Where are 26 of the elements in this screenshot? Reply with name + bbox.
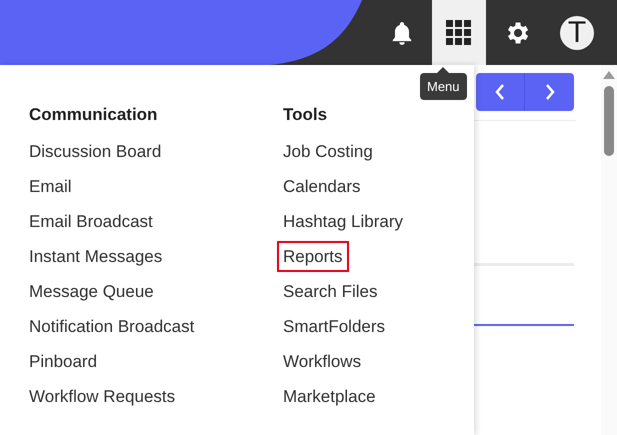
next-button[interactable]: [525, 73, 574, 111]
scrollbar-thumb[interactable]: [604, 86, 614, 156]
menu-heading: Tools: [283, 105, 328, 126]
menu-item[interactable]: Discussion Board: [29, 142, 162, 177]
menu-item[interactable]: SmartFolders: [283, 317, 386, 352]
grid-icon: [446, 20, 472, 46]
chevron-right-icon: [544, 82, 556, 102]
menu-item[interactable]: Email: [29, 177, 72, 212]
chevron-left-icon: [494, 82, 506, 102]
menu-item[interactable]: Pinboard: [29, 352, 98, 387]
menu-item[interactable]: Message Queue: [29, 282, 154, 317]
menu-item[interactable]: Workflow Requests: [29, 387, 176, 422]
menu-item[interactable]: Marketplace: [283, 387, 376, 422]
tooltip: Menu: [420, 73, 467, 100]
menu-item[interactable]: Instant Messages: [29, 247, 162, 282]
menu-button[interactable]: [432, 0, 486, 65]
menu-item[interactable]: Notification Broadcast: [29, 317, 194, 352]
previous-button[interactable]: [476, 73, 525, 111]
menu-item[interactable]: Search Files: [283, 282, 378, 317]
menu-heading: Communication: [29, 105, 158, 126]
menu-item[interactable]: Email Broadcast: [29, 212, 153, 247]
menu-item[interactable]: Workflows: [283, 352, 362, 387]
scroll-up-icon[interactable]: [603, 71, 615, 79]
menu-item[interactable]: Job Costing: [283, 142, 373, 177]
avatar[interactable]: T: [560, 16, 594, 50]
menu-item[interactable]: Calendars: [283, 177, 360, 212]
